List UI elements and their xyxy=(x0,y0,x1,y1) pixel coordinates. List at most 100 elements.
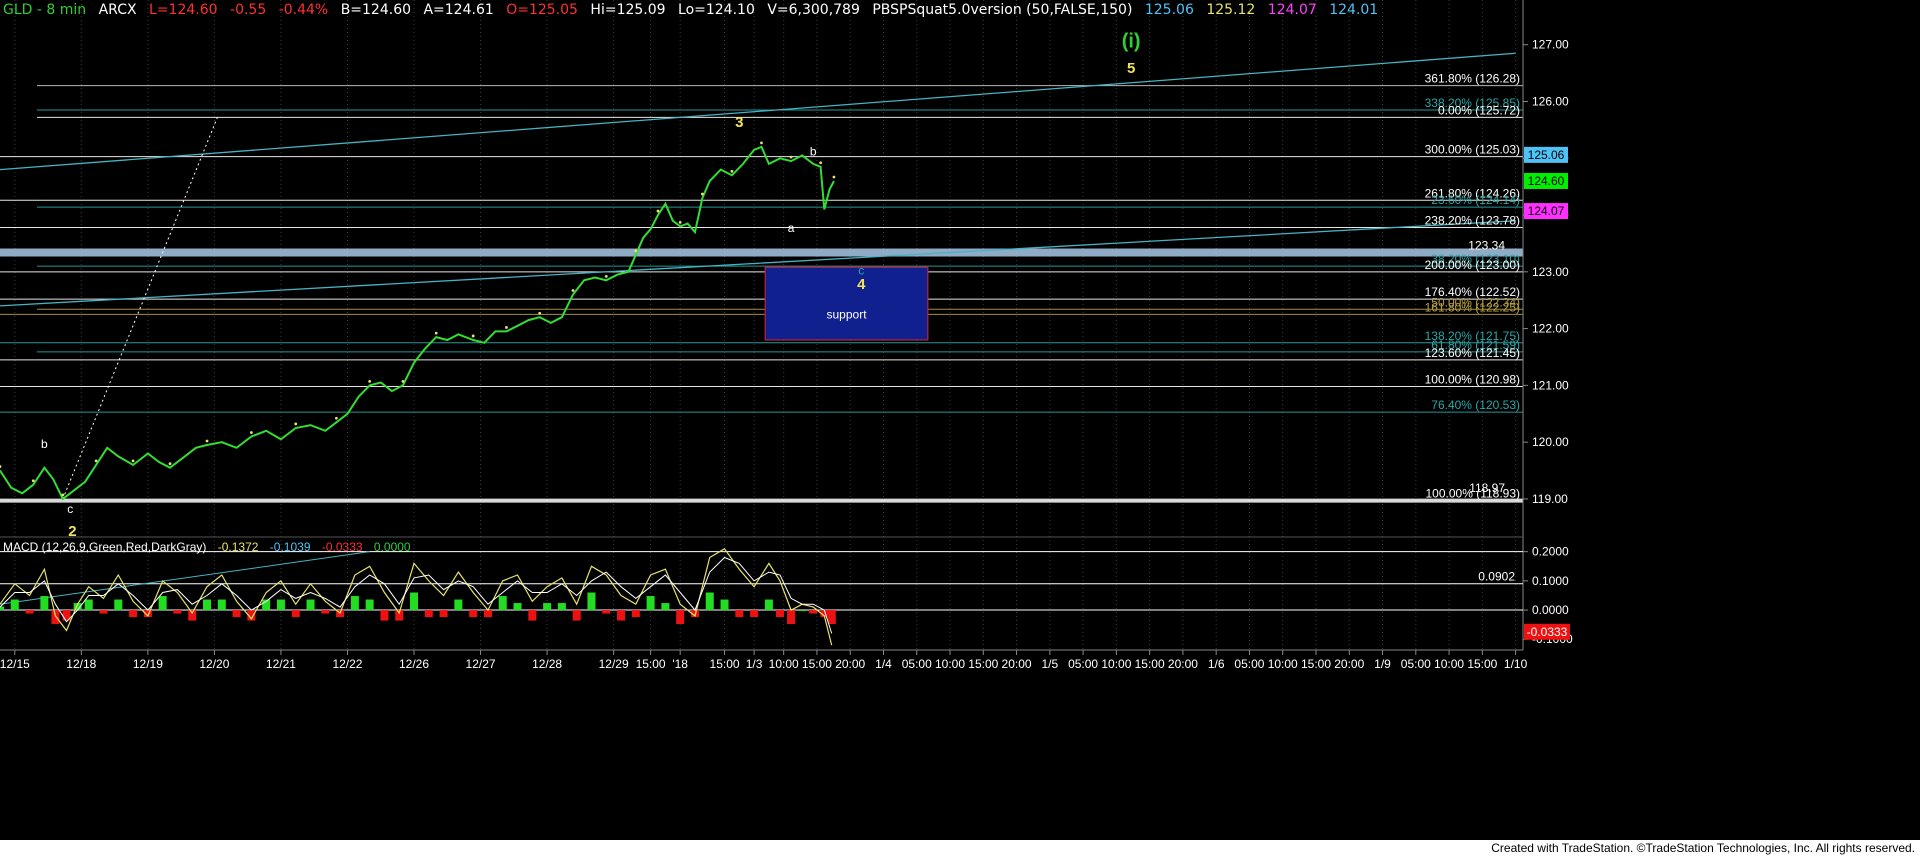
macd-value-2: -0.1039 xyxy=(270,540,311,554)
macd-histogram-bar xyxy=(809,610,818,614)
symbol-label: GLD - 8 min xyxy=(3,2,86,18)
macd-histogram-bar xyxy=(735,610,744,618)
macd-tick-label: 0.0000 xyxy=(1532,603,1569,617)
open-value: O=125.05 xyxy=(506,2,578,18)
time-tick-label: 1/6 xyxy=(1208,657,1225,671)
time-tick-label: 12/26 xyxy=(399,657,429,671)
price-badge-text: 124.60 xyxy=(1528,174,1565,188)
time-tick-label: 12/21 xyxy=(266,657,296,671)
macd-histogram-bar xyxy=(705,592,714,611)
wave-label: (i) xyxy=(1122,31,1141,53)
price-marker xyxy=(789,155,793,159)
price-marker xyxy=(401,379,405,383)
macd-tick-label: 0.2000 xyxy=(1532,545,1569,559)
price-marker xyxy=(294,422,298,426)
time-tick-label: 10:00 xyxy=(1434,657,1464,671)
macd-histogram-bar xyxy=(676,610,685,625)
support-box: support xyxy=(764,266,929,341)
time-tick-label: 1/4 xyxy=(875,657,892,671)
time-tick-label: 05:00 xyxy=(1401,657,1431,671)
macd-histogram-bar xyxy=(543,603,552,611)
macd-value-1: -0.1372 xyxy=(218,540,259,554)
price-marker xyxy=(700,192,704,196)
last-price: L=124.60 xyxy=(149,2,218,18)
wave-label: 4 xyxy=(857,276,866,293)
price-marker xyxy=(656,209,660,213)
wave-label: b xyxy=(41,437,48,451)
macd-tick-label: 0.1000 xyxy=(1532,574,1569,588)
macd-histogram-bar xyxy=(469,610,478,618)
time-tick-label: 10:00 xyxy=(769,657,799,671)
time-tick-label: 05:00 xyxy=(902,657,932,671)
time-tick-label: 10:00 xyxy=(935,657,965,671)
fib-label: 76.40% (120.53) xyxy=(1431,398,1520,412)
extra-level-label: 123.34 xyxy=(1468,239,1505,253)
macd-histogram-bar xyxy=(217,599,226,611)
fib-label: 0.00% (125.72) xyxy=(1438,103,1520,117)
price-badge-text: 125.06 xyxy=(1528,148,1565,162)
macd-histogram-bar xyxy=(587,592,596,611)
time-tick-label: 12/18 xyxy=(66,657,96,671)
indicator-value-3: 124.07 xyxy=(1268,2,1317,18)
macd-histogram-bar xyxy=(40,596,49,611)
price-marker xyxy=(368,379,372,383)
macd-histogram-bar xyxy=(158,596,167,611)
macd-histogram-bar xyxy=(646,596,655,611)
price-marker xyxy=(168,462,172,466)
macd-histogram-bar xyxy=(84,599,93,611)
fib-label: 23.60% (124.14) xyxy=(1431,193,1520,207)
indicator-value-1: 125.06 xyxy=(1145,2,1194,18)
macd-histogram-bar xyxy=(129,610,138,618)
low-value: Lo=124.10 xyxy=(678,2,755,18)
macd-histogram-bar xyxy=(173,610,182,614)
price-marker xyxy=(678,221,682,224)
macd-histogram-bar xyxy=(291,610,300,618)
macd-histogram-bar xyxy=(203,599,212,611)
time-tick-label: '18 xyxy=(672,657,688,671)
price-tick-label: 123.00 xyxy=(1532,265,1569,279)
fib-label: 361.80% (126.28) xyxy=(1425,72,1520,86)
price-marker xyxy=(505,326,508,329)
macd-badge-text: -0.0333 xyxy=(1527,625,1568,639)
time-tick-label: 12/15 xyxy=(0,657,30,671)
macd-histogram-bar xyxy=(827,610,836,625)
macd-histogram-bar xyxy=(276,599,285,611)
price-marker xyxy=(571,289,575,292)
macd-histogram-bar xyxy=(750,610,759,618)
price-marker xyxy=(760,141,763,145)
fib-label: 238.20% (123.78) xyxy=(1425,214,1520,228)
time-tick-label: 12/19 xyxy=(133,657,163,671)
time-tick-label: 12/22 xyxy=(332,657,362,671)
fib-label: 100.00% (120.98) xyxy=(1425,373,1520,387)
macd-histogram-bar xyxy=(10,599,19,611)
time-tick-label: 15:00 xyxy=(1301,657,1331,671)
macd-histogram-bar xyxy=(557,603,566,611)
fib-label: 300.00% (125.03) xyxy=(1425,143,1520,157)
macd-histogram-bar xyxy=(498,596,507,611)
macd-histogram-bar xyxy=(572,610,581,621)
price-tick-label: 119.00 xyxy=(1532,492,1568,506)
macd-histogram-bar xyxy=(454,599,463,611)
time-tick-label: 1/3 xyxy=(746,657,763,671)
price-marker xyxy=(538,311,542,315)
macd-histogram-bar xyxy=(51,610,60,625)
time-tick-label: 1/10 xyxy=(1504,657,1528,671)
macd-histogram-bar xyxy=(787,610,796,625)
time-tick-label: 20:00 xyxy=(1168,657,1198,671)
time-tick-label: 1/9 xyxy=(1374,657,1391,671)
macd-histogram-bar xyxy=(617,610,626,621)
time-tick-label: 12/29 xyxy=(599,657,629,671)
time-tick-label: 05:00 xyxy=(1234,657,1264,671)
wave-label: a xyxy=(788,221,795,235)
macd-histogram-bar xyxy=(602,610,611,614)
time-tick-label: 20:00 xyxy=(835,657,865,671)
blue-band xyxy=(0,248,1523,257)
time-tick-label: 15:00 xyxy=(1135,657,1165,671)
macd-histogram-bar xyxy=(114,599,123,611)
wave-label: 5 xyxy=(1127,60,1135,77)
price-marker xyxy=(730,169,734,173)
price-marker xyxy=(634,249,638,253)
macd-histogram-bar xyxy=(513,603,522,611)
time-tick-label: 1/5 xyxy=(1041,657,1058,671)
gld-price-chart: support bc23bac45(i) 127.00126.00125.001… xyxy=(0,0,1920,856)
